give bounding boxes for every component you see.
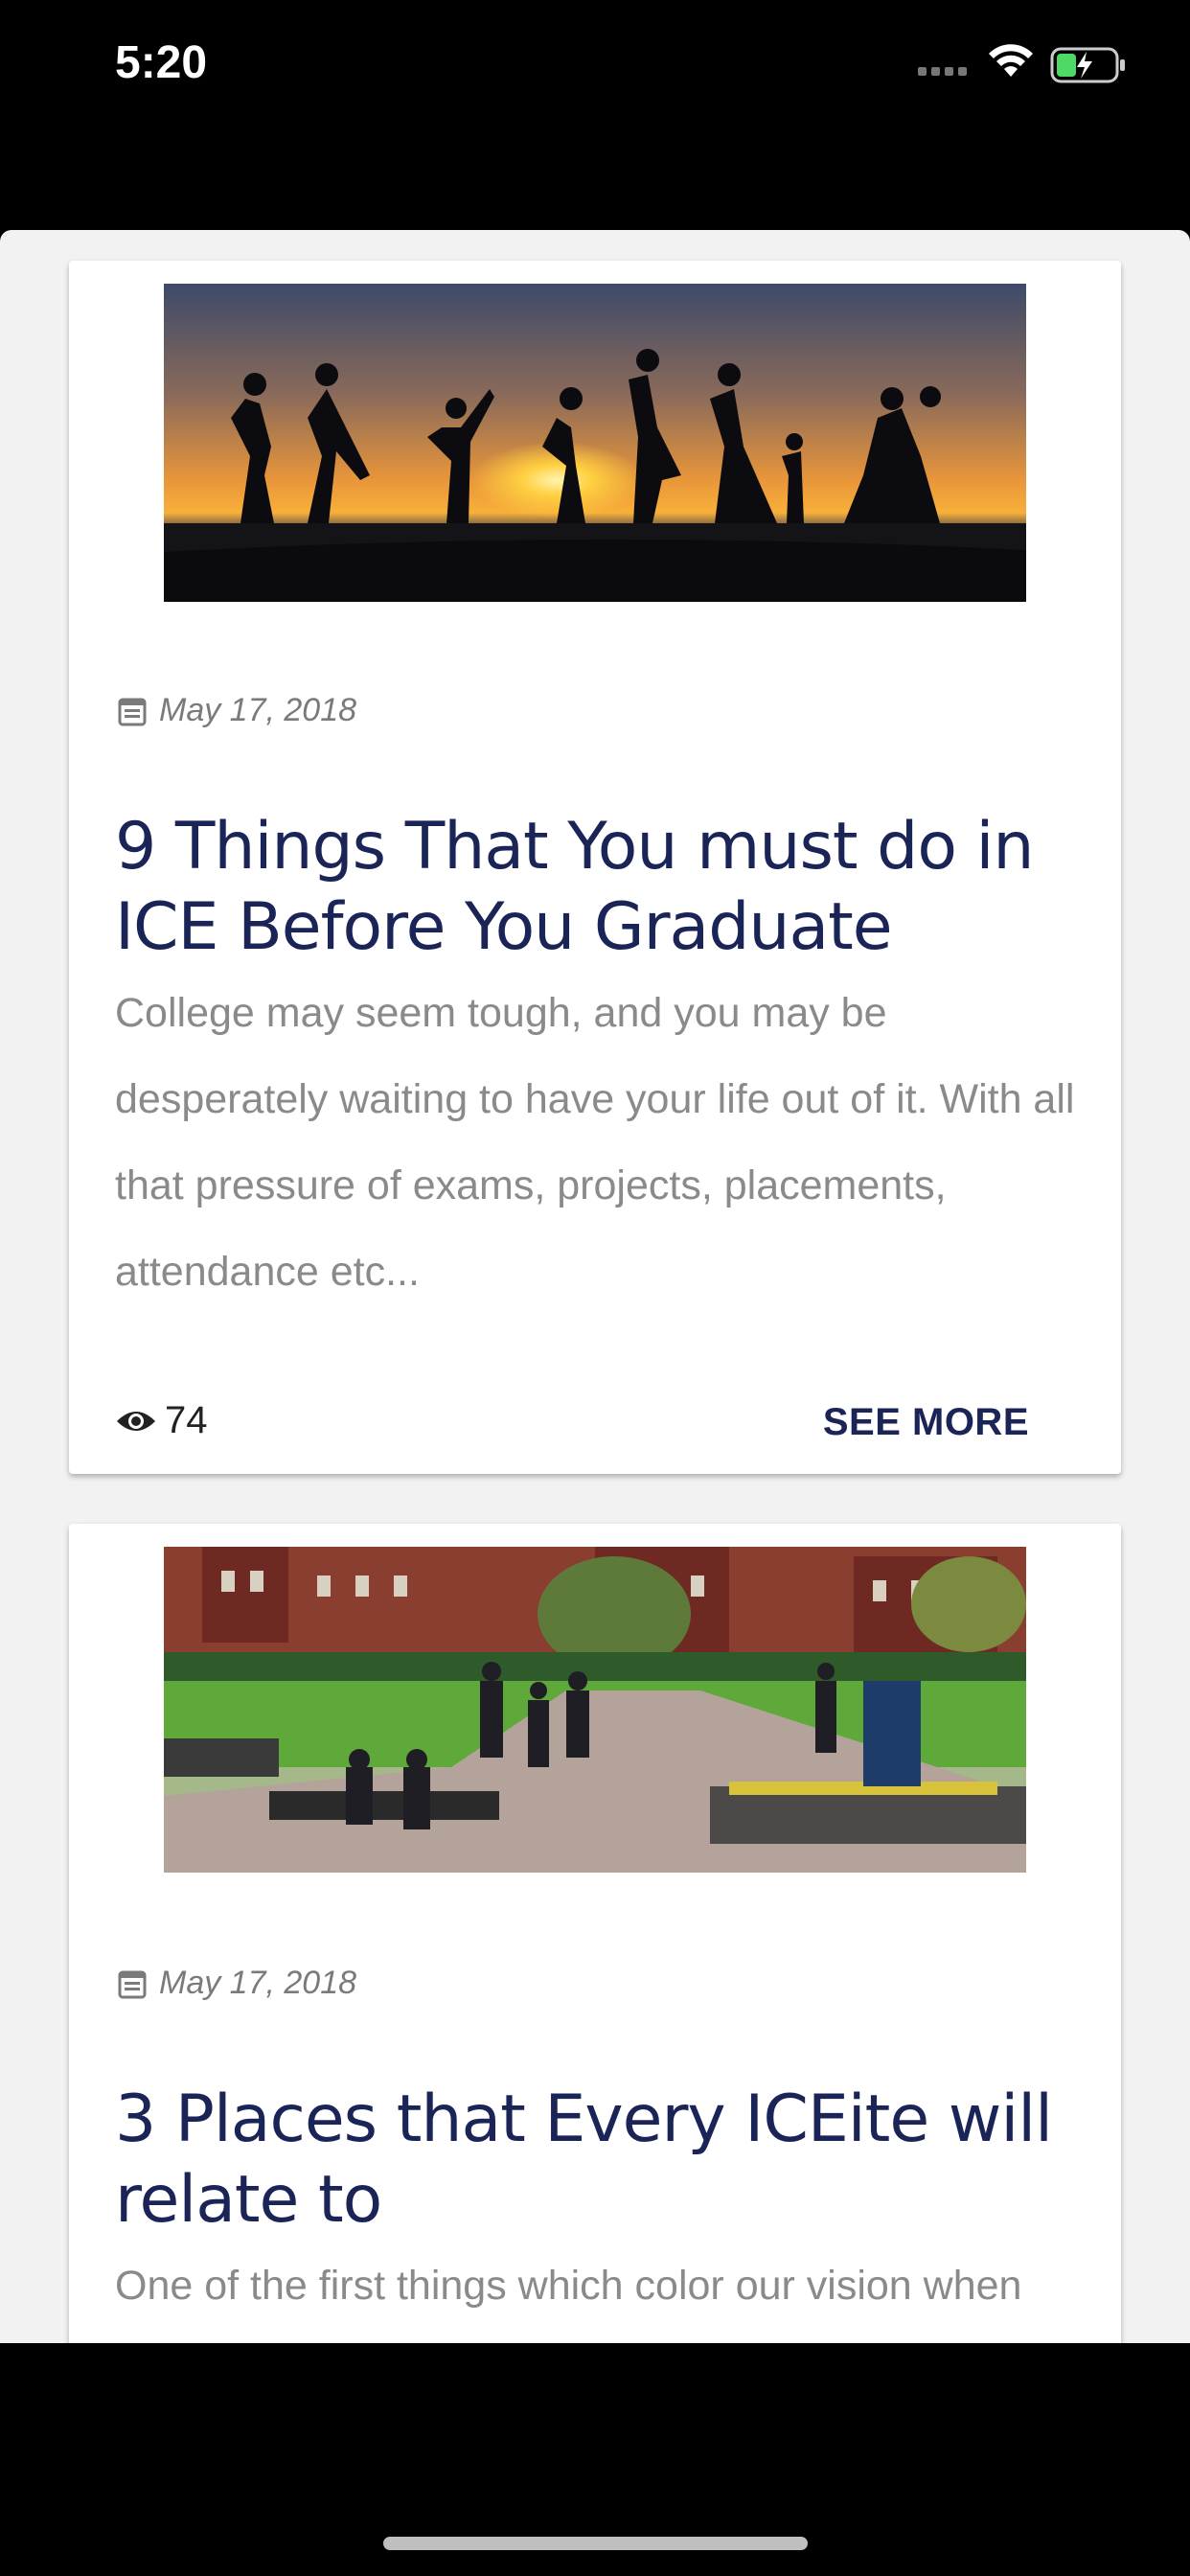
view-count: 74 <box>115 1399 208 1442</box>
calendar-icon <box>118 1970 147 1998</box>
post-card[interactable]: May 17, 2018 9 Things That You must do i… <box>69 261 1121 1474</box>
view-count-text: 74 <box>165 1399 208 1441</box>
post-image-silhouettes-sunset[interactable] <box>164 284 1026 602</box>
post-date: May 17, 2018 <box>117 1965 356 2002</box>
battery-charging-icon <box>1050 46 1127 89</box>
post-image-campus[interactable] <box>164 1547 1026 1873</box>
home-indicator[interactable] <box>383 2537 808 2550</box>
eye-icon <box>117 1411 155 1431</box>
post-date-text: May 17, 2018 <box>159 1965 357 2001</box>
post-card[interactable]: May 17, 2018 3 Places that Every ICEite … <box>69 1524 1121 2343</box>
post-excerpt: One of the first things which color our … <box>115 2263 1022 2309</box>
status-bar: 5:20 <box>0 0 1190 134</box>
post-title[interactable]: 9 Things That You must do in ICE Before … <box>115 807 1073 968</box>
wifi-icon <box>987 42 1035 83</box>
see-more-button[interactable]: SEE MORE <box>823 1401 1029 1444</box>
post-title[interactable]: 3 Places that Every ICEite will relate t… <box>115 2080 1073 2241</box>
status-time: 5:20 <box>115 37 208 88</box>
post-date-text: May 17, 2018 <box>159 692 357 728</box>
post-excerpt: College may seem tough, and you may be d… <box>115 990 1075 1295</box>
post-feed[interactable]: May 17, 2018 9 Things That You must do i… <box>0 230 1190 2343</box>
cellular-signal-icon <box>918 67 967 76</box>
post-date: May 17, 2018 <box>117 692 356 729</box>
calendar-icon <box>118 698 147 725</box>
